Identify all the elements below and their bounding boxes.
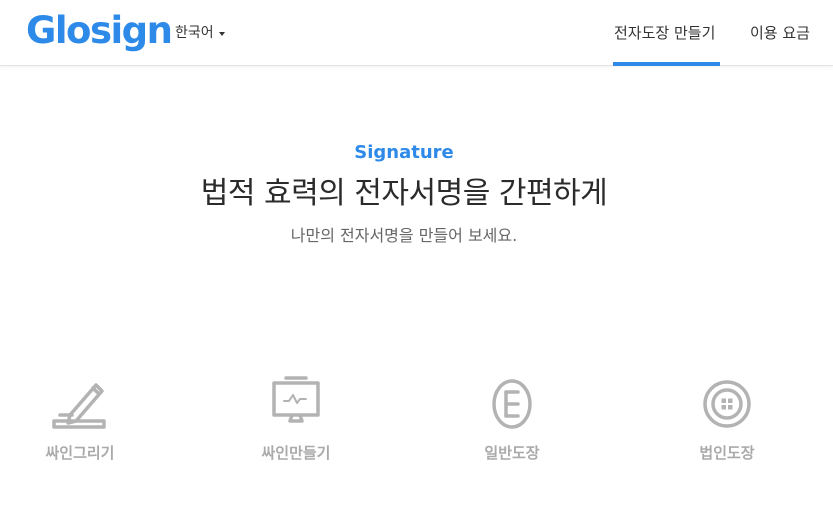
option-label: 싸인만들기 xyxy=(261,444,331,462)
option-label: 일반도장 xyxy=(484,444,540,462)
nav-pricing[interactable]: 이용 요금 xyxy=(750,22,810,44)
language-selector[interactable]: 한국어 xyxy=(175,22,225,44)
option-label: 싸인그리기 xyxy=(45,444,115,462)
option-label: 법인도장 xyxy=(699,444,755,462)
language-label: 한국어 xyxy=(175,25,214,41)
top-header: Glosign 한국어 전자도장 만들기 이용 요금 xyxy=(0,0,833,66)
option-draw-signature[interactable]: 싸인그리기 xyxy=(0,375,160,470)
hero-title: 법적 효력의 전자서명을 간편하게 xyxy=(200,176,608,211)
caret-down-icon xyxy=(218,31,225,36)
active-nav-indicator xyxy=(613,62,720,66)
nav-create-stamp[interactable]: 전자도장 만들기 xyxy=(614,22,715,44)
glosign-logo[interactable]: Glosign xyxy=(26,6,173,56)
hero-kicker: Signature xyxy=(354,142,454,163)
option-normal-stamp[interactable]: 일반도장 xyxy=(432,375,592,470)
oval-stamp-icon xyxy=(492,379,532,429)
monitor-signature-icon xyxy=(272,376,320,423)
option-make-signature[interactable]: 싸인만들기 xyxy=(216,375,376,470)
round-corporate-stamp-icon xyxy=(703,380,751,428)
hero-subtitle: 나만의 전자서명을 만들어 보세요. xyxy=(290,226,518,245)
pen-draw-icon xyxy=(52,383,106,429)
option-corporate-stamp[interactable]: 법인도장 xyxy=(647,375,807,470)
